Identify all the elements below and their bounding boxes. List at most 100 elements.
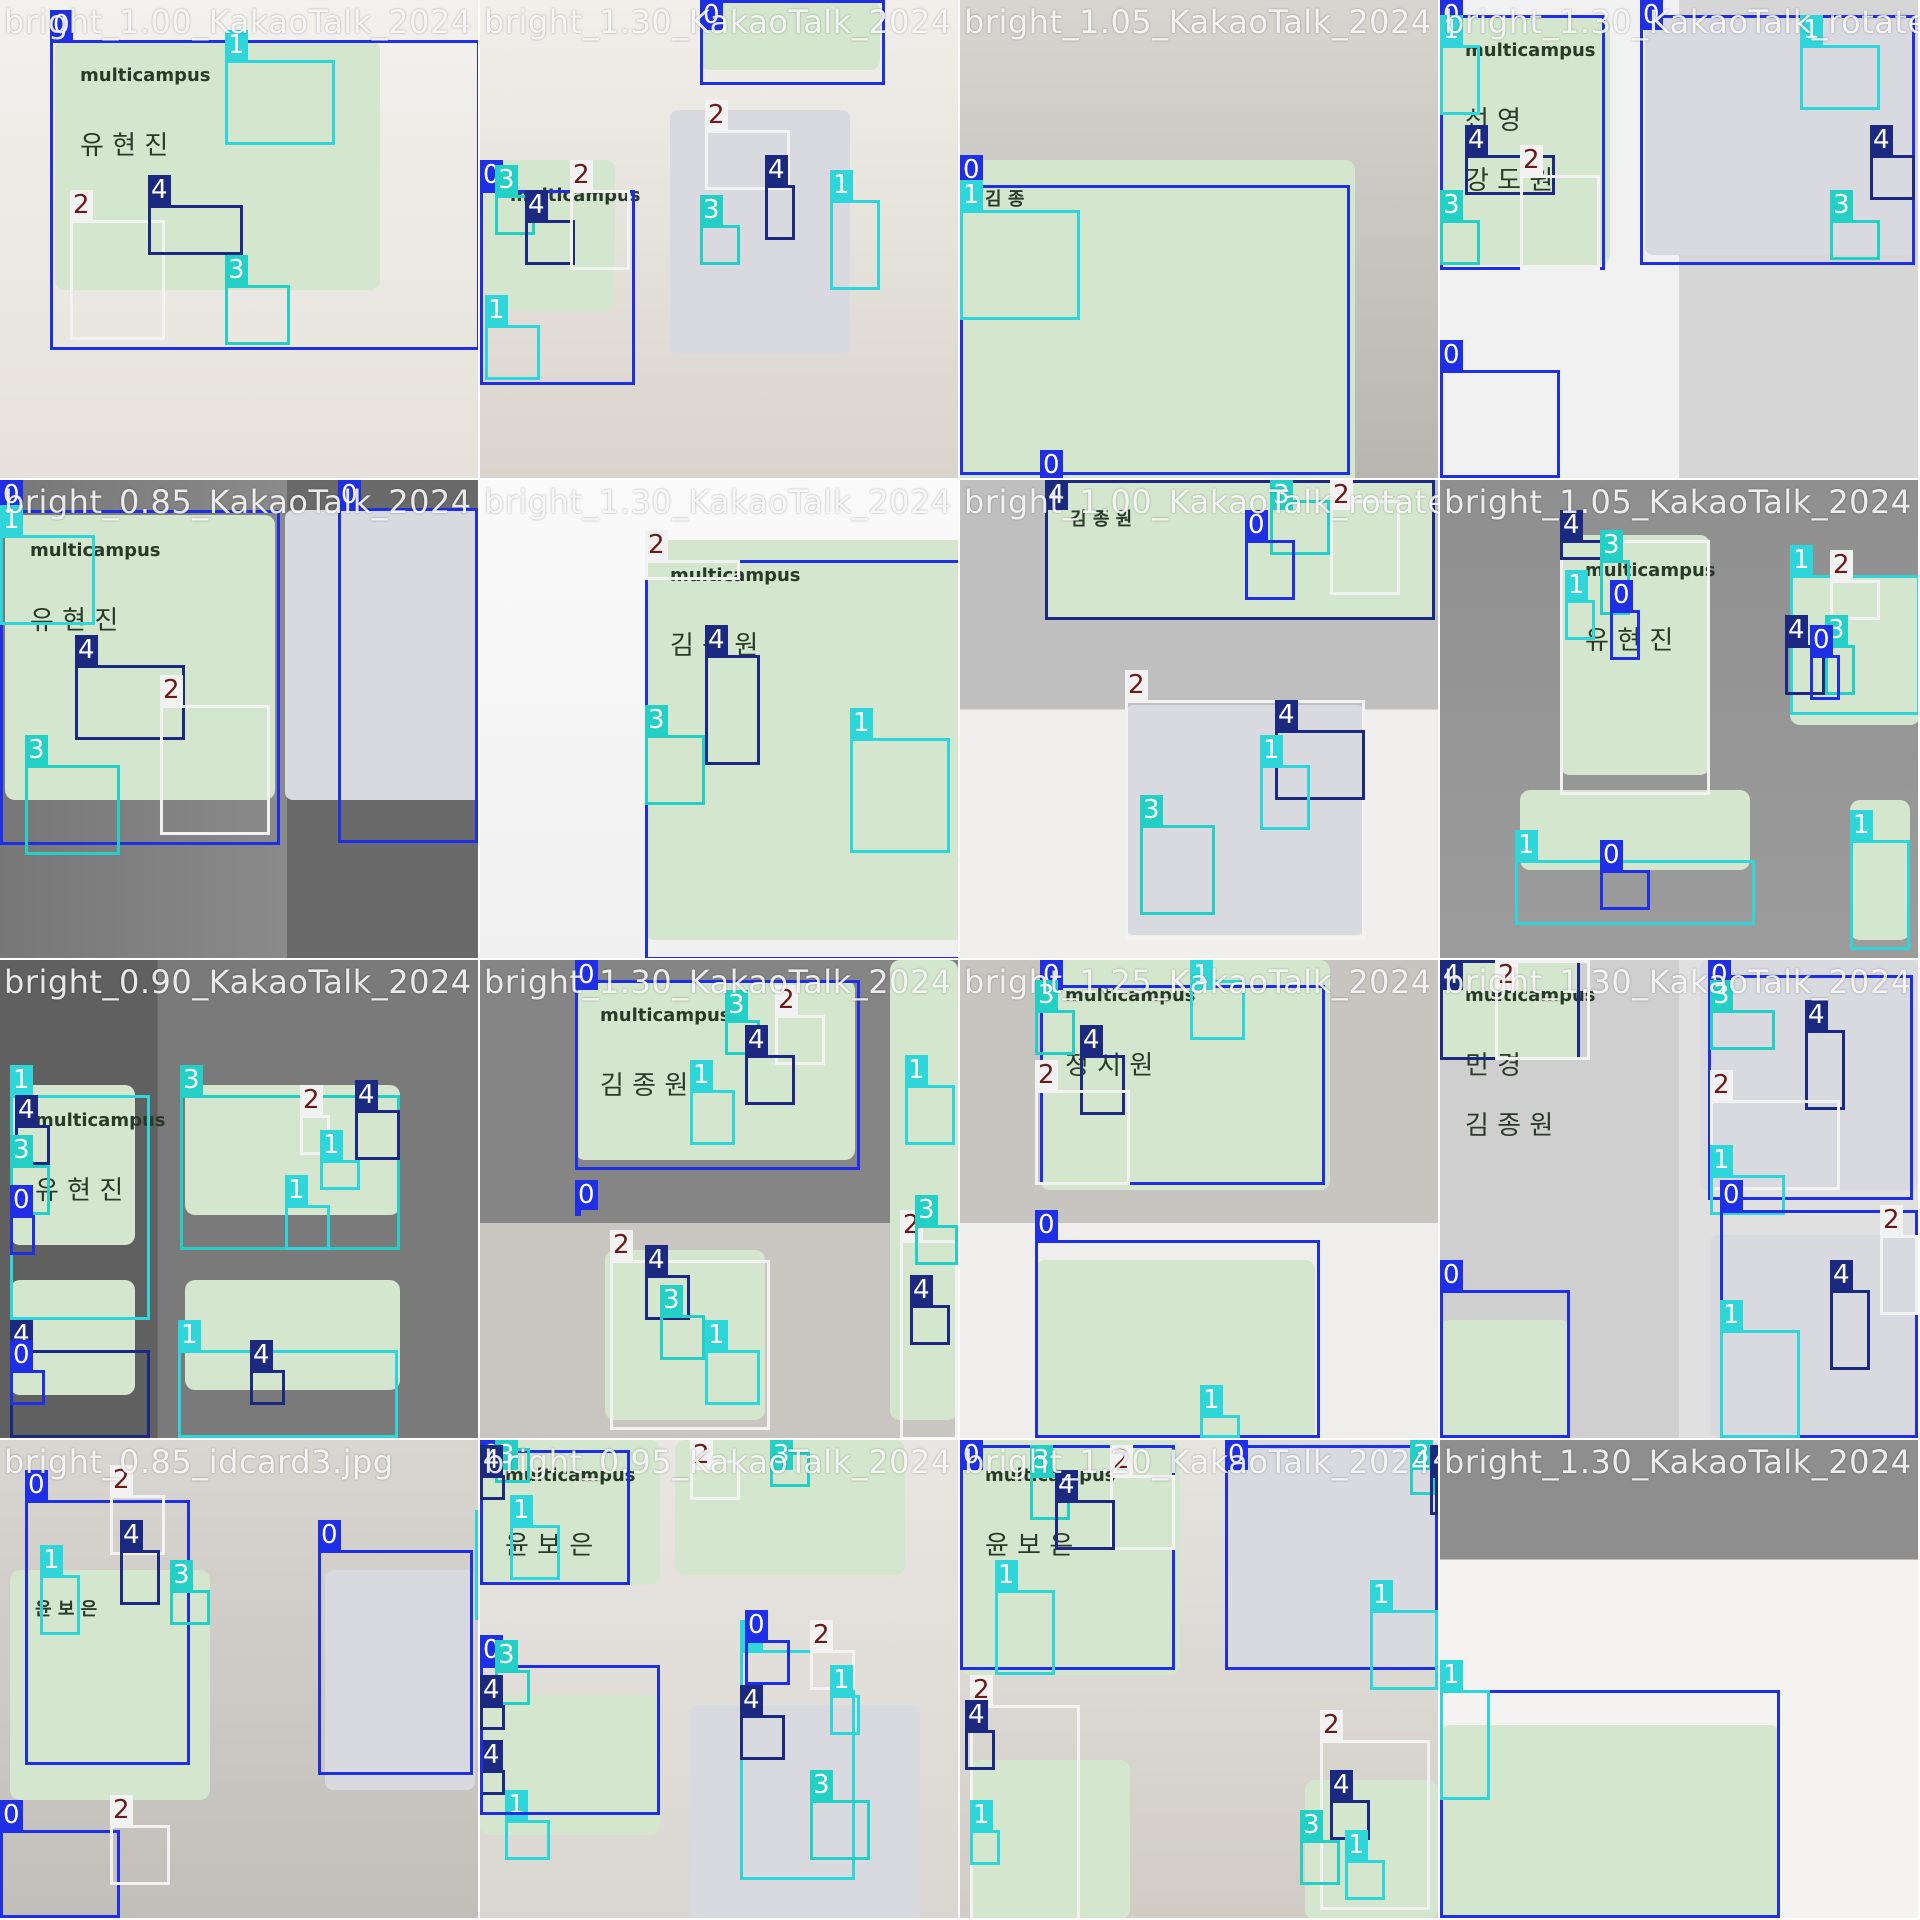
- detection-box-class-4: [1830, 1290, 1870, 1370]
- detection-box-class-0: [0, 1830, 120, 1918]
- detection-label: 4: [1465, 125, 1488, 155]
- detection-label: 0: [10, 1185, 33, 1215]
- detection-box-class-0: [1035, 1240, 1320, 1438]
- detection-label: 0: [575, 1180, 598, 1210]
- detection-box-class-0: [1440, 1690, 1780, 1918]
- tile-filename: bright_0.85_idcard3.jpg: [4, 1443, 394, 1481]
- detection-label: 4: [910, 1275, 933, 1305]
- detection-box-class-2: [570, 190, 630, 270]
- detection-box-class-4: [740, 1715, 785, 1760]
- detection-box-class-1: [285, 1205, 330, 1250]
- detection-box-class-4: [355, 1110, 400, 1160]
- detection-label: 1: [475, 1510, 478, 1540]
- detection-label: 4: [745, 1025, 768, 1055]
- detection-box-class-1: [225, 60, 335, 145]
- mosaic-tile: multicampus 민 경김 종 원 4 2 0 3 4 2 1 0 2 4 1 0 bright_1.…: [1440, 960, 1918, 1438]
- detection-box-class-1: [475, 1540, 478, 1620]
- detection-label: 1: [510, 1495, 533, 1525]
- detection-box-class-0: [1610, 610, 1640, 660]
- detection-box-class-4: [250, 1370, 285, 1405]
- detection-box-class-3: [225, 285, 290, 345]
- detection-box-class-4: [480, 1705, 505, 1730]
- mosaic-tile: multicampus 유 현 진 1 4 3 0 3 2 4 1 1 4 0 1 4 bright_0.90…: [0, 960, 478, 1438]
- detection-label: 0: [318, 1520, 341, 1550]
- detection-box-class-0: [318, 1550, 473, 1775]
- detection-box-class-1: [690, 1090, 735, 1145]
- detection-label: 4: [525, 190, 548, 220]
- detection-box-class-1: [1370, 1610, 1438, 1690]
- detection-box-class-4: [965, 1730, 995, 1770]
- detection-box-class-2: [1830, 580, 1880, 620]
- tile-filename: bright_1.00_KakaoTalk_2024: [4, 3, 472, 41]
- detection-box-class-0: [745, 1640, 790, 1685]
- detection-box-class-1: [178, 1350, 398, 1438]
- detection-box-class-3: [1300, 1840, 1340, 1885]
- detection-label: 0: [1720, 1180, 1743, 1210]
- detection-box-class-1: [1440, 1690, 1490, 1800]
- detection-label: 4: [1870, 125, 1893, 155]
- mosaic-tile: multicampus윤 보 은0324103412412431bright_1…: [960, 1440, 1438, 1918]
- mosaic-tile: 01bright_1.30_KakaoTalk_2024: [1440, 1440, 1918, 1918]
- detection-label: 0: [1600, 840, 1623, 870]
- detection-label: 1: [1720, 1300, 1743, 1330]
- detection-label: 1: [1345, 1830, 1368, 1860]
- detection-label: 1: [690, 1060, 713, 1090]
- detection-label: 1: [905, 1055, 928, 1085]
- detection-label: 1: [970, 1800, 993, 1830]
- detection-box-class-4: [1805, 1030, 1845, 1110]
- mosaic-tile: multicampus선 영강 도 원0142301430bright_1.30…: [1440, 0, 1918, 478]
- detection-label: 3: [810, 1770, 833, 1800]
- detection-label: 2: [300, 1085, 323, 1115]
- detection-label: 4: [120, 1520, 143, 1550]
- tile-filename: bright_0.85_KakaoTalk_2024: [4, 483, 472, 521]
- detection-box-class-4: [910, 1305, 950, 1345]
- detection-box-class-1: [970, 1830, 1000, 1865]
- mosaic-tile: 김 종 원 4 2 3 0 2 4 1 3 bright_1.00_KakaoTalk_rotat…: [960, 480, 1438, 958]
- detection-box-class-3: [25, 765, 120, 855]
- detection-label: 1: [10, 1065, 33, 1095]
- detection-box-class-0: [1245, 540, 1295, 600]
- detection-label: 3: [25, 735, 48, 765]
- tile-filename: bright_1.30_KakaoTalk_2024: [484, 3, 952, 41]
- detection-label: 1: [178, 1320, 201, 1350]
- mosaic-tile: 김 종 0 1 0 bright_1.05_KakaoTalk_2024: [960, 0, 1438, 478]
- detection-label: 0: [1035, 1210, 1058, 1240]
- detection-box-class-1: [705, 1350, 760, 1405]
- mosaic-tile: 윤 보 은024130102bright_0.85_idcard3.jpg: [0, 1440, 478, 1918]
- detection-box-class-3: [700, 225, 740, 265]
- detection-label: 1: [1370, 1580, 1393, 1610]
- detection-box-class-4: [1870, 155, 1915, 200]
- detection-box-class-2: [1880, 1235, 1918, 1315]
- detection-box-class-1: [1800, 45, 1880, 110]
- detection-box-class-3: [810, 1800, 870, 1860]
- detection-label: 1: [830, 170, 853, 200]
- detection-label: 4: [645, 1245, 668, 1275]
- tile-filename: bright_0.90_KakaoTalk_2024: [4, 963, 472, 1001]
- mosaic-tile: multicampus 0 3 4 2 1 0 2 4 3 1 bright_1.30_KakaoTa…: [480, 0, 958, 478]
- detection-label: 3: [700, 195, 723, 225]
- detection-label: 2: [570, 160, 593, 190]
- detection-box-class-3: [660, 1315, 705, 1360]
- detection-label: 4: [250, 1340, 273, 1370]
- detection-mosaic: multicampus 유 현 진 0 1 2 3 4 bright_1.00_KakaoTa…: [0, 0, 1920, 1920]
- detection-label: 4: [75, 635, 98, 665]
- detection-box-class-1: [510, 1525, 560, 1580]
- tile-filename: bright_1.20_KakaoTalk_2024: [964, 1443, 1432, 1481]
- detection-label: 4: [1080, 1025, 1103, 1055]
- detection-box-class-4: [1055, 1500, 1115, 1550]
- detection-label: 4: [1830, 1260, 1853, 1290]
- detection-box-class-3: [1710, 1010, 1775, 1050]
- detection-box-class-0: [1440, 1290, 1570, 1438]
- detection-label: 4: [1785, 615, 1808, 645]
- detection-box-class-0: [1600, 870, 1650, 910]
- detection-label: 4: [740, 1685, 763, 1715]
- detection-label: 0: [745, 1610, 768, 1640]
- detection-label: 4: [1330, 1770, 1353, 1800]
- detection-label: 3: [225, 255, 248, 285]
- detection-box-class-1: [1345, 1860, 1385, 1900]
- detection-label: 1: [285, 1175, 308, 1205]
- tile-filename: bright_1.30_KakaoTalk_2024: [1444, 963, 1912, 1001]
- detection-box-class-4: [705, 655, 760, 765]
- detection-label: 2: [610, 1230, 633, 1260]
- detection-label: 1: [1260, 735, 1283, 765]
